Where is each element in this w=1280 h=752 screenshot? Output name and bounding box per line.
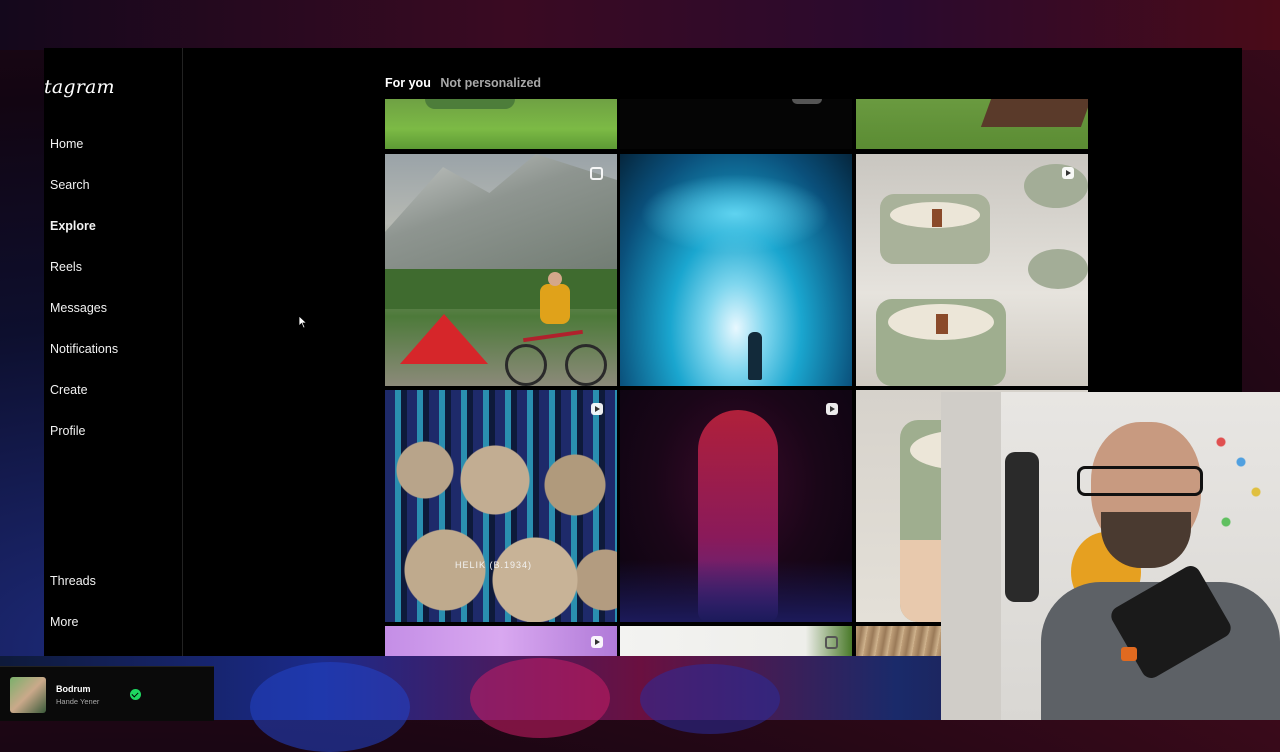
explore-post-tile[interactable]: HELIK (B.1934) bbox=[385, 390, 617, 622]
spotify-mini-player: Bodrum Hande Yener bbox=[0, 666, 214, 721]
explore-post-tile[interactable] bbox=[856, 154, 1088, 386]
person-head bbox=[548, 272, 562, 286]
bike-wheel bbox=[565, 344, 607, 386]
glasses bbox=[1077, 466, 1203, 496]
red-tent bbox=[400, 314, 488, 364]
wallpaper-leaf bbox=[250, 662, 410, 752]
guitar bbox=[1005, 452, 1039, 602]
tile-detail bbox=[792, 99, 822, 104]
sidebar-item-create[interactable]: Create bbox=[50, 383, 88, 397]
wall-stickers bbox=[1211, 432, 1271, 552]
sidebar-item-messages[interactable]: Messages bbox=[50, 301, 107, 315]
desktop-wallpaper-top bbox=[0, 0, 1280, 50]
explore-post-tile[interactable] bbox=[385, 154, 617, 386]
carousel-icon bbox=[825, 636, 838, 649]
instagram-logo[interactable]: tagram bbox=[44, 76, 115, 98]
reel-icon bbox=[1062, 167, 1074, 179]
bike-frame bbox=[523, 329, 583, 343]
explore-post-tile[interactable] bbox=[620, 99, 852, 149]
tab-not-personalized[interactable]: Not personalized bbox=[440, 76, 541, 90]
person-silhouette bbox=[748, 332, 762, 380]
sidebar-item-notifications[interactable]: Notifications bbox=[50, 342, 118, 356]
person-shirt bbox=[540, 284, 570, 324]
bike-wheel bbox=[505, 344, 547, 386]
candle-lid bbox=[1024, 164, 1088, 208]
wallpaper-leaf bbox=[470, 658, 610, 738]
saved-check-icon[interactable] bbox=[130, 689, 141, 700]
tab-for-you[interactable]: For you bbox=[385, 76, 431, 90]
sidebar-item-reels[interactable]: Reels bbox=[50, 260, 82, 274]
wall-shadow bbox=[941, 392, 1001, 720]
mouse-cursor-icon bbox=[298, 315, 308, 329]
tile-detail bbox=[980, 99, 1088, 127]
sidebar-item-profile[interactable]: Profile bbox=[50, 424, 85, 438]
sidebar-item-search[interactable]: Search bbox=[50, 178, 90, 192]
carousel-icon bbox=[590, 167, 603, 180]
album-art[interactable] bbox=[10, 677, 46, 713]
explore-post-tile[interactable] bbox=[620, 626, 852, 656]
reel-icon bbox=[591, 403, 603, 415]
wallpaper-leaf bbox=[640, 664, 780, 734]
track-title[interactable]: Bodrum bbox=[56, 684, 91, 694]
tree-line bbox=[385, 269, 617, 309]
reel-icon bbox=[826, 403, 838, 415]
explore-post-tile[interactable] bbox=[620, 390, 852, 622]
explore-tabs: For you Not personalized bbox=[385, 76, 547, 90]
floor-glow bbox=[620, 560, 852, 622]
candle-lid bbox=[1028, 249, 1088, 289]
sidebar-item-more[interactable]: More bbox=[50, 615, 78, 629]
explore-post-tile[interactable] bbox=[620, 154, 852, 386]
mic-logo bbox=[1121, 647, 1137, 661]
yarn-spools bbox=[385, 390, 617, 622]
sidebar-item-explore[interactable]: Explore bbox=[50, 219, 96, 233]
explore-post-tile[interactable] bbox=[856, 99, 1088, 149]
mountain-shape bbox=[385, 154, 617, 284]
explore-post-tile[interactable] bbox=[385, 99, 617, 149]
reel-icon bbox=[591, 636, 603, 648]
tile-detail bbox=[425, 99, 515, 109]
sidebar-item-threads[interactable]: Threads bbox=[50, 574, 96, 588]
yarn-label-text: HELIK (B.1934) bbox=[455, 560, 533, 570]
ice-texture bbox=[640, 174, 830, 254]
sidebar-item-home[interactable]: Home bbox=[50, 137, 83, 151]
track-artist[interactable]: Hande Yener bbox=[56, 697, 99, 706]
explore-post-tile[interactable] bbox=[385, 626, 617, 656]
sidebar: tagram Home Search Explore Reels Message… bbox=[44, 48, 183, 656]
webcam-overlay bbox=[941, 392, 1280, 720]
candle-wick bbox=[936, 314, 948, 334]
candle-wick bbox=[932, 209, 942, 227]
